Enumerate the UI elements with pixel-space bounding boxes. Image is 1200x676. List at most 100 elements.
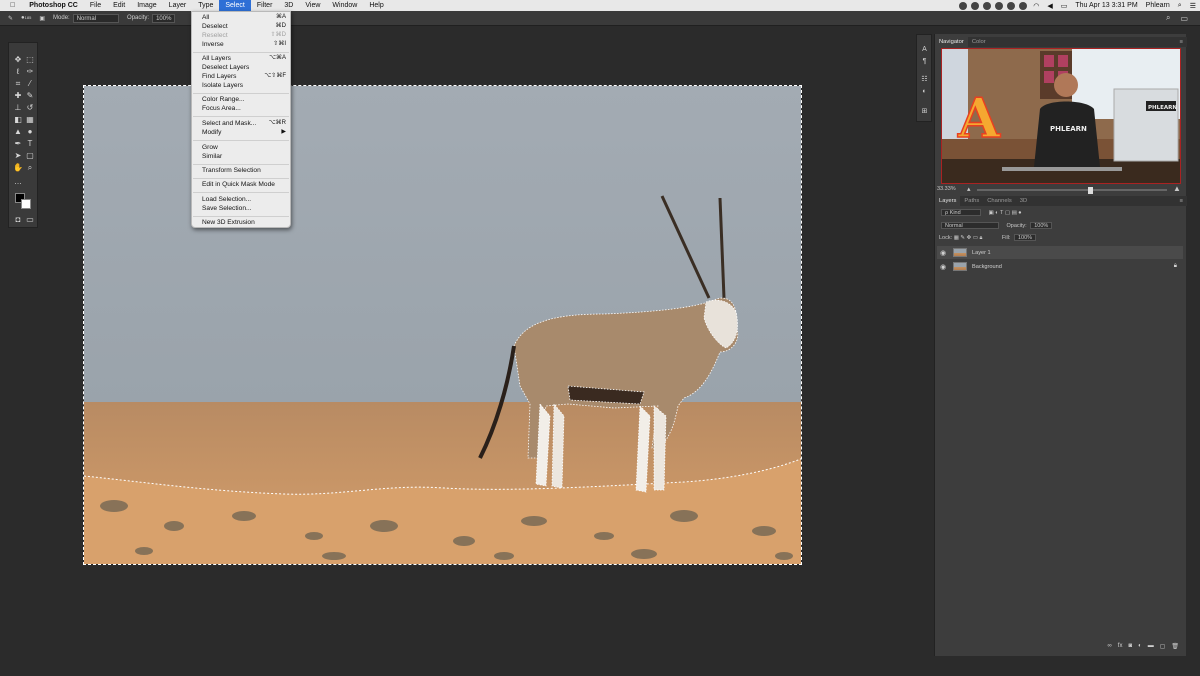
status-icon-5[interactable] (1007, 1, 1016, 10)
paragraph-panel-icon[interactable]: ¶ (920, 57, 929, 66)
path-select-tool-icon[interactable]: ➤ (13, 151, 23, 161)
marquee-tool-icon[interactable]: ⬚ (25, 55, 35, 65)
mode-select[interactable]: Normal (72, 13, 120, 23)
wifi-icon[interactable]: ◠ (1029, 2, 1043, 10)
menu-item-load-selection[interactable]: Load Selection... (202, 195, 288, 204)
blur-tool-icon[interactable]: ▲ (13, 127, 23, 137)
healing-brush-tool-icon[interactable]: ✚ (13, 91, 23, 101)
lock-position-icon[interactable]: ✥ (967, 235, 972, 241)
menu-3d[interactable]: 3D (278, 0, 299, 11)
battery-icon[interactable]: ▭ (1057, 2, 1072, 10)
layer-row[interactable]: ◉ Layer 1 (937, 246, 1183, 259)
menu-item-new-3d-extrusion[interactable]: New 3D Extrusion (202, 218, 288, 227)
menu-item-similar[interactable]: Similar (202, 152, 288, 161)
navigator-zoom-slider-handle[interactable] (1088, 187, 1093, 194)
quick-select-tool-icon[interactable]: ✑ (25, 67, 35, 77)
tab-color[interactable]: Color (968, 37, 990, 47)
move-tool-icon[interactable]: ✥ (13, 55, 23, 65)
zoom-in-icon[interactable]: ▲ (1173, 184, 1181, 193)
menu-edit[interactable]: Edit (107, 0, 131, 11)
hand-tool-icon[interactable]: ✋ (13, 163, 23, 173)
filter-adjustment-icon[interactable]: ◐ (995, 210, 998, 216)
filter-shape-icon[interactable]: ▢ (1005, 210, 1010, 216)
more-tools-icon[interactable]: … (13, 177, 23, 187)
menu-item-inverse[interactable]: Inverse ⇧⌘I (202, 40, 288, 49)
lock-artboard-icon[interactable]: ▭ (973, 235, 978, 241)
eyedropper-tool-icon[interactable]: ⁄ (25, 79, 35, 89)
layer-name[interactable]: Layer 1 (972, 250, 991, 256)
layer-name[interactable]: Background (972, 264, 1002, 270)
character-panel-icon[interactable]: A (920, 45, 929, 54)
menu-item-focus-area[interactable]: Focus Area... (202, 104, 288, 113)
filter-type-icon[interactable]: T (1000, 210, 1003, 216)
zoom-out-icon[interactable]: ▴ (967, 185, 971, 193)
notification-center-icon[interactable]: ☰ (1186, 2, 1200, 10)
menu-item-deselect-layers[interactable]: Deselect Layers (202, 63, 288, 72)
menu-item-find-layers[interactable]: Find Layers ⌥⇧⌘F (202, 72, 288, 81)
history-brush-tool-icon[interactable]: ↺ (25, 103, 35, 113)
workspace-icon[interactable]: ▭ (1180, 14, 1188, 23)
pen-tool-icon[interactable]: ✒ (13, 139, 23, 149)
menu-item-deselect[interactable]: Deselect ⌘D (202, 22, 288, 31)
delete-layer-icon[interactable]: 🗑︎ (1171, 643, 1179, 650)
menu-file[interactable]: File (84, 0, 107, 11)
menu-image[interactable]: Image (131, 0, 162, 11)
clone-stamp-tool-icon[interactable]: ⊥ (13, 103, 23, 113)
navigator-zoom-value[interactable]: 33.33% (937, 186, 956, 192)
menu-select[interactable]: Select (219, 0, 251, 11)
link-layers-icon[interactable]: ∞ (1108, 643, 1112, 649)
menubar-user[interactable]: Phlearn (1142, 2, 1174, 9)
spotlight-icon[interactable]: ⌕ (1174, 2, 1186, 10)
lock-transparent-icon[interactable]: ▦ (954, 235, 959, 241)
menubar-clock[interactable]: Thu Apr 13 3:31 PM (1071, 2, 1141, 9)
status-icon-4[interactable] (995, 1, 1004, 10)
menu-type[interactable]: Type (192, 0, 219, 11)
filter-toggle-icon[interactable]: ● (1018, 210, 1021, 216)
eraser-tool-icon[interactable]: ◧ (13, 115, 23, 125)
menu-item-isolate-layers[interactable]: Isolate Layers (202, 81, 288, 90)
brush-tool-icon[interactable]: ✎ (25, 91, 35, 101)
background-color-swatch[interactable] (21, 199, 31, 209)
menu-app-name[interactable]: Photoshop CC (23, 0, 84, 11)
tab-navigator[interactable]: Navigator (935, 37, 968, 47)
new-group-icon[interactable]: ▬ (1148, 643, 1154, 649)
adjustment-layer-icon[interactable]: ◐ (1138, 643, 1142, 649)
dodge-tool-icon[interactable]: ● (25, 127, 35, 137)
tab-channels[interactable]: Channels (983, 196, 1016, 206)
status-icon-1[interactable] (959, 1, 968, 10)
menu-item-modify[interactable]: Modify ▶ (202, 128, 288, 137)
layer-filter-kind-select[interactable]: ρ Kind (941, 209, 981, 216)
tab-paths[interactable]: Paths (960, 196, 983, 206)
visibility-eye-icon[interactable]: ◉ (939, 249, 947, 257)
brush-tool-icon[interactable]: ✎ (8, 15, 13, 22)
screen-mode-icon[interactable]: ▭ (25, 215, 35, 225)
menu-layer[interactable]: Layer (163, 0, 193, 11)
menu-window[interactable]: Window (326, 0, 363, 11)
menu-item-all[interactable]: All ⌘A (202, 13, 288, 22)
layer-opacity-field[interactable]: 100% (1030, 222, 1053, 229)
menu-item-grow[interactable]: Grow (202, 143, 288, 152)
tab-3d[interactable]: 3D (1016, 196, 1031, 206)
menu-item-quick-mask-mode[interactable]: Edit in Quick Mask Mode (202, 180, 288, 189)
crop-tool-icon[interactable]: ⌗ (13, 79, 23, 89)
shape-tool-icon[interactable]: ▢ (25, 151, 35, 161)
layer-style-icon[interactable]: fx (1118, 643, 1123, 649)
opacity-field[interactable]: 100% (152, 13, 176, 23)
menu-filter[interactable]: Filter (251, 0, 279, 11)
zoom-tool-icon[interactable]: ⌕ (25, 163, 35, 173)
menu-item-color-range[interactable]: Color Range... (202, 95, 288, 104)
blend-mode-select[interactable]: Normal (941, 222, 999, 229)
history-panel-icon[interactable]: ⊞ (920, 107, 929, 116)
menu-item-save-selection[interactable]: Save Selection... (202, 204, 288, 213)
layer-mask-icon[interactable]: ◙ (1128, 643, 1132, 649)
menu-item-select-and-mask[interactable]: Select and Mask... ⌥⌘R (202, 119, 288, 128)
menu-help[interactable]: Help (363, 0, 389, 11)
menu-item-all-layers[interactable]: All Layers ⌥⌘A (202, 54, 288, 63)
brush-panel-icon[interactable]: ▣ (39, 15, 45, 22)
tab-layers[interactable]: Layers (935, 196, 961, 206)
lasso-tool-icon[interactable]: ℓ (13, 67, 23, 77)
type-tool-icon[interactable]: T (25, 139, 35, 149)
lock-all-icon[interactable]: 🔒︎ (979, 235, 982, 241)
status-icon-6[interactable] (1019, 1, 1028, 10)
status-icon-2[interactable] (971, 1, 980, 10)
